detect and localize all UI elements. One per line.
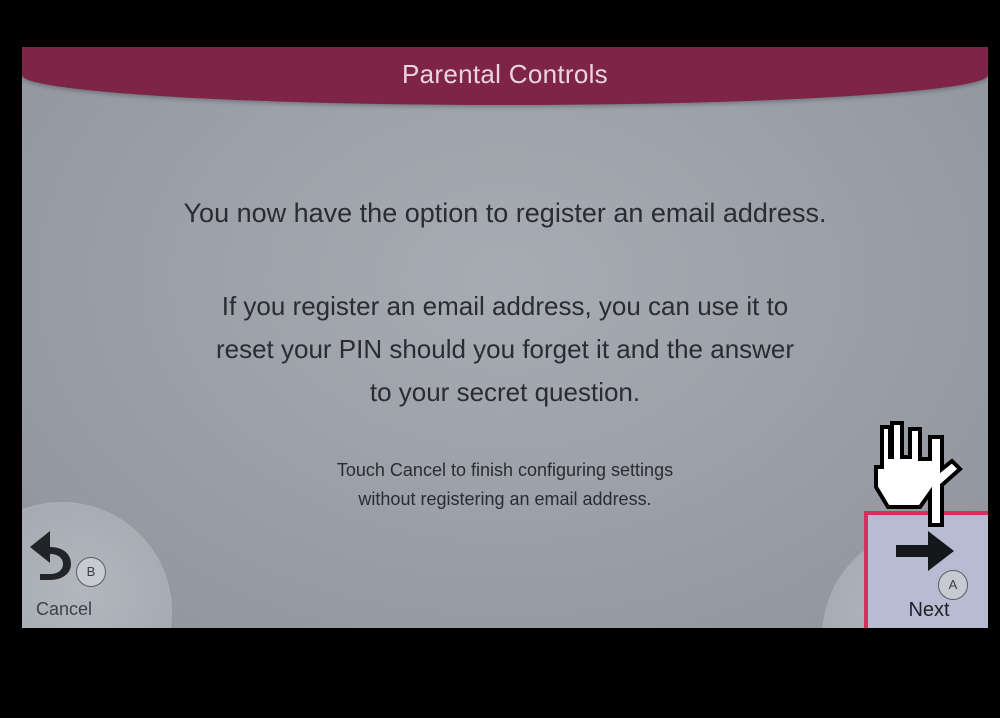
pointing-hand-cursor-icon: [874, 421, 963, 527]
detail-text: If you register an email address, you ca…: [22, 285, 988, 414]
page-title: Parental Controls: [402, 59, 608, 89]
cancel-label: Cancel: [36, 599, 93, 619]
parental-controls-screen: Parental Controls You now have the optio…: [22, 47, 988, 628]
detail-line: to your secret question.: [369, 377, 641, 407]
title-bar: Parental Controls: [22, 47, 988, 105]
detail-line: reset your PIN should you forget it and …: [215, 334, 795, 364]
b-button-badge: B: [76, 557, 106, 587]
back-arrow-icon: [30, 531, 71, 580]
a-button-badge: A: [938, 570, 968, 600]
note-line: without registering an email address.: [358, 489, 652, 509]
note-line: Touch Cancel to finish configuring setti…: [336, 460, 674, 480]
next-label: Next: [908, 599, 950, 621]
note-text: Touch Cancel to finish configuring setti…: [22, 456, 988, 514]
intro-text: You now have the option to register an e…: [183, 198, 827, 228]
detail-line: If you register an email address, you ca…: [221, 291, 789, 321]
